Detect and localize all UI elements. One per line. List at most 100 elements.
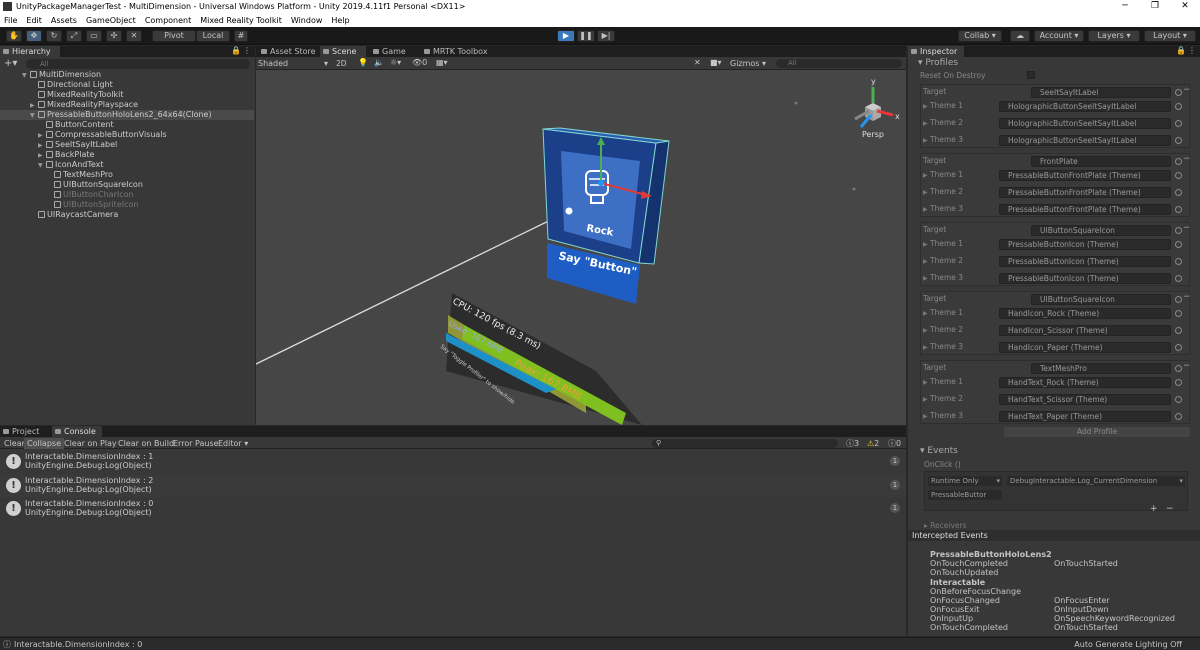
move-tool-icon[interactable]: ✥ xyxy=(26,30,42,42)
remove-target-button[interactable]: − xyxy=(1183,154,1191,164)
pivot-toggle[interactable]: Pivot xyxy=(152,30,196,42)
lighting-icon[interactable]: 💡 xyxy=(358,58,368,67)
foldout-arrow-icon[interactable]: ▶ xyxy=(923,327,928,334)
hierarchy-item[interactable]: MixedRealityToolkit xyxy=(0,90,123,100)
lock-icon[interactable]: 🔒 xyxy=(231,46,241,55)
camera-icon[interactable]: ■▾ xyxy=(710,58,722,67)
object-picker-icon[interactable] xyxy=(1175,189,1182,196)
object-picker-icon[interactable] xyxy=(1175,365,1182,372)
foldout-arrow-icon[interactable]: ▶ xyxy=(923,310,928,317)
gizmos-dropdown[interactable]: Gizmos ▾ xyxy=(730,58,770,69)
theme-object-field[interactable]: PressableButtonIcon (Theme) xyxy=(999,273,1171,284)
panel-menu-icon[interactable]: ⋮ xyxy=(1188,46,1196,55)
panel-menu-icon[interactable]: ⋮ xyxy=(243,46,251,55)
tab-game[interactable]: Game xyxy=(370,46,416,57)
object-field[interactable]: PressableButtor xyxy=(928,490,1002,500)
foldout-arrow-icon[interactable]: ▶ xyxy=(923,396,928,403)
object-picker-icon[interactable] xyxy=(1175,158,1182,165)
add-event-button[interactable]: + xyxy=(1150,504,1158,514)
foldout-arrow-icon[interactable]: ▶ xyxy=(923,206,928,213)
theme-object-field[interactable]: HandText_Rock (Theme) xyxy=(999,377,1171,388)
remove-target-button[interactable]: − xyxy=(1183,361,1191,371)
runtime-only-dropdown[interactable]: Runtime Only ▾ xyxy=(928,476,1002,486)
scene-viewport[interactable]: CPU: 120 fps (8.3 ms) Used: 167.6MB Peak… xyxy=(256,71,906,425)
menu-help[interactable]: Help xyxy=(331,14,349,27)
hierarchy-item[interactable]: ▼ MultiDimension xyxy=(0,70,101,80)
menu-mixed-reality-toolkit[interactable]: Mixed Reality Toolkit xyxy=(200,14,282,27)
menu-edit[interactable]: Edit xyxy=(26,14,42,27)
hierarchy-item[interactable]: UIRaycastCamera xyxy=(0,210,118,220)
layout-dropdown[interactable]: Layout ▾ xyxy=(1144,30,1196,42)
editor-dropdown[interactable]: Editor ▾ xyxy=(215,438,251,449)
hierarchy-item[interactable]: UIButtonSquareIcon xyxy=(0,180,143,190)
reset-on-destroy-checkbox[interactable] xyxy=(1027,71,1035,79)
local-toggle[interactable]: Local xyxy=(196,30,230,42)
theme-object-field[interactable]: PressableButtonIcon (Theme) xyxy=(999,239,1171,250)
theme-object-field[interactable]: HandIcon_Rock (Theme) xyxy=(999,308,1171,319)
object-picker-icon[interactable] xyxy=(1175,413,1182,420)
theme-object-field[interactable]: HolographicButtonSeeItSayItLabel (Theme) xyxy=(999,118,1171,129)
hierarchy-item[interactable]: ▶ BackPlate xyxy=(0,150,94,160)
foldout-arrow-icon[interactable]: ▶ xyxy=(923,172,928,179)
hierarchy-item[interactable]: TextMeshPro xyxy=(0,170,113,180)
object-picker-icon[interactable] xyxy=(1175,241,1182,248)
maximize-button[interactable]: ❐ xyxy=(1140,0,1170,14)
hierarchy-item[interactable]: ▼ PressableButtonHoloLens2_64x64(Clone) xyxy=(0,110,254,120)
function-dropdown[interactable]: DebugInteractable.Log_CurrentDimension ▾ xyxy=(1007,476,1185,486)
theme-object-field[interactable]: HandText_Scissor (Theme) xyxy=(999,394,1171,405)
menu-window[interactable]: Window xyxy=(291,14,323,27)
shading-dropdown[interactable]: Shaded ▾ xyxy=(258,58,328,69)
object-picker-icon[interactable] xyxy=(1175,172,1182,179)
object-picker-icon[interactable] xyxy=(1175,310,1182,317)
console-entry[interactable]: ! Interactable.DimensionIndex : 2 UnityEng… xyxy=(0,474,906,497)
theme-object-field[interactable]: HandText_Paper (Theme) xyxy=(999,411,1171,422)
profiles-foldout[interactable]: ▾ Profiles xyxy=(918,58,958,68)
remove-event-button[interactable]: − xyxy=(1166,504,1174,514)
console-entry[interactable]: ! Interactable.DimensionIndex : 1 UnityEng… xyxy=(0,451,906,473)
object-picker-icon[interactable] xyxy=(1175,396,1182,403)
account-dropdown[interactable]: Account ▾ xyxy=(1034,30,1084,42)
menu-gameobject[interactable]: GameObject xyxy=(86,14,136,27)
status-message[interactable]: Interactable.DimensionIndex : 0 xyxy=(14,640,142,649)
target-object-field[interactable]: SeeItSayItLabel xyxy=(1031,87,1171,98)
rect-tool-icon[interactable]: ▭ xyxy=(86,30,102,42)
add-profile-button[interactable]: Add Profile xyxy=(1004,427,1190,437)
receivers-foldout[interactable]: ▸ Receivers xyxy=(924,521,967,530)
hierarchy-item[interactable]: ▶ SeeItSayItLabel xyxy=(0,140,117,150)
transform-tool-icon[interactable]: ✣ xyxy=(106,30,122,42)
target-object-field[interactable]: TextMeshPro xyxy=(1031,363,1171,374)
foldout-arrow-icon[interactable]: ▶ xyxy=(923,103,928,110)
grid-icon[interactable]: ▦▾ xyxy=(436,58,448,67)
hierarchy-item[interactable]: ▼ IconAndText xyxy=(0,160,104,170)
hierarchy-item[interactable]: UIButtonCharIcon xyxy=(0,190,134,200)
tab-project[interactable]: Project xyxy=(0,426,48,437)
target-object-field[interactable]: FrontPlate xyxy=(1031,156,1171,167)
object-picker-icon[interactable] xyxy=(1175,275,1182,282)
foldout-arrow-icon[interactable]: ▶ xyxy=(923,120,928,127)
target-object-field[interactable]: UIButtonSquareIcon xyxy=(1031,225,1171,236)
object-picker-icon[interactable] xyxy=(1175,379,1182,386)
object-picker-icon[interactable] xyxy=(1175,89,1182,96)
tab-asset-store[interactable]: Asset Store xyxy=(258,46,318,57)
object-picker-icon[interactable] xyxy=(1175,103,1182,110)
foldout-arrow-icon[interactable]: ▶ xyxy=(923,189,928,196)
foldout-arrow-icon[interactable]: ▶ xyxy=(923,413,928,420)
theme-object-field[interactable]: PressableButtonFrontPlate (Theme) xyxy=(999,204,1171,215)
play-button[interactable]: ▶ xyxy=(557,30,575,42)
pause-button[interactable]: ❚❚ xyxy=(577,30,595,42)
error-pause-toggle[interactable]: Error Pause xyxy=(170,438,222,449)
error-count-badge[interactable]: ⓘ0 xyxy=(885,438,904,449)
remove-target-button[interactable]: − xyxy=(1183,223,1191,233)
audio-icon[interactable]: 🔈 xyxy=(374,58,384,67)
hierarchy-item[interactable]: ▶ CompressableButtonVisuals xyxy=(0,130,167,140)
log-count-badge[interactable]: ⓘ3 xyxy=(843,438,862,449)
object-picker-icon[interactable] xyxy=(1175,120,1182,127)
hierarchy-search-input[interactable]: All xyxy=(26,59,250,69)
menu-assets[interactable]: Assets xyxy=(51,14,77,27)
object-picker-icon[interactable] xyxy=(1175,258,1182,265)
clear-on-build-toggle[interactable]: Clear on Build xyxy=(115,438,177,449)
warn-count-badge[interactable]: ⚠2 xyxy=(864,438,882,449)
effects-icon[interactable]: ☼▾ xyxy=(390,58,401,67)
layers-dropdown[interactable]: Layers ▾ xyxy=(1088,30,1140,42)
theme-object-field[interactable]: PressableButtonFrontPlate (Theme) xyxy=(999,170,1171,181)
